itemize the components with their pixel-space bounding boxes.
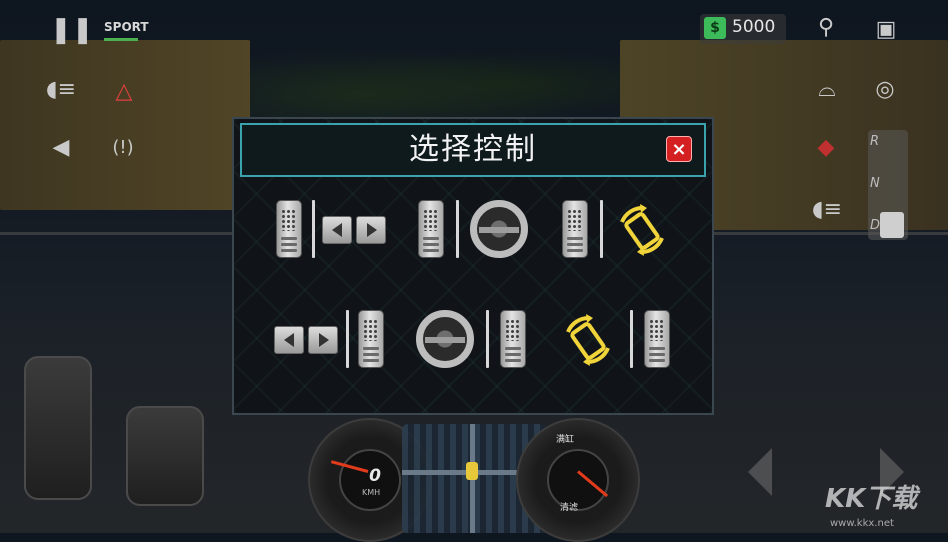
sport-mode-label[interactable]: SPORT bbox=[104, 20, 149, 34]
divider bbox=[346, 310, 349, 368]
tilt-rotate-icon bbox=[566, 314, 610, 366]
camera-switch-icon[interactable]: ▣ bbox=[870, 16, 902, 44]
fuel-full-label: 满缸 bbox=[556, 435, 575, 445]
watermark-logo: KK下载 bbox=[825, 484, 918, 514]
divider bbox=[600, 200, 603, 258]
gear-n-label: N bbox=[870, 176, 880, 191]
control-option-pedal-tilt[interactable] bbox=[560, 196, 678, 262]
wiper-icon[interactable]: ⌓ bbox=[812, 76, 842, 104]
speed-value: 0 bbox=[369, 466, 381, 486]
divider bbox=[312, 200, 315, 258]
player-car-marker bbox=[466, 462, 478, 480]
pause-icon[interactable]: ❚❚ bbox=[50, 16, 94, 44]
divider bbox=[456, 200, 459, 258]
cash-icon: $ bbox=[704, 17, 726, 39]
background-house-left bbox=[0, 40, 250, 210]
control-option-wheel-pedal[interactable] bbox=[414, 306, 540, 372]
sport-mode-indicator bbox=[104, 38, 138, 41]
gas-pedal[interactable] bbox=[126, 406, 204, 506]
pedal-icon bbox=[418, 200, 444, 258]
gear-knob[interactable] bbox=[880, 212, 904, 238]
close-button[interactable]: × bbox=[666, 136, 692, 162]
horn-icon[interactable]: ◀ bbox=[46, 134, 76, 162]
control-option-arrows-pedal[interactable] bbox=[272, 306, 392, 372]
right-arrow-icon bbox=[356, 216, 386, 244]
pedal-icon bbox=[644, 310, 670, 368]
flashlight-icon[interactable]: ⚲ bbox=[812, 14, 840, 42]
left-arrow-icon bbox=[274, 326, 304, 354]
gear-d-label: D bbox=[870, 218, 881, 233]
steering-assist-icon[interactable]: ◎ bbox=[870, 76, 900, 104]
money-amount: 5000 bbox=[732, 17, 776, 37]
headlight-icon[interactable]: ◖≡ bbox=[46, 76, 76, 104]
tilt-rotate-icon bbox=[620, 204, 664, 256]
steering-wheel-icon bbox=[470, 200, 528, 258]
control-option-tilt-pedal[interactable] bbox=[558, 306, 678, 372]
pedal-icon bbox=[276, 200, 302, 258]
divider bbox=[486, 310, 489, 368]
brake-pedal[interactable] bbox=[24, 356, 92, 500]
watermark-url: www.kkx.net bbox=[830, 518, 894, 529]
gear-r-label: R bbox=[870, 134, 880, 149]
hazard-icon[interactable]: △ bbox=[110, 78, 138, 106]
control-option-pedal-arrows[interactable] bbox=[272, 196, 392, 262]
speed-unit: KMH bbox=[362, 488, 381, 497]
handbrake-icon[interactable]: (!) bbox=[106, 134, 140, 162]
pedal-icon bbox=[562, 200, 588, 258]
right-arrow-icon bbox=[308, 326, 338, 354]
control-option-pedal-wheel[interactable] bbox=[416, 196, 542, 262]
dialog-title: 选择控制 bbox=[409, 132, 537, 167]
fog-light-icon[interactable]: ◖≡ bbox=[812, 196, 842, 224]
divider bbox=[630, 310, 633, 368]
pedal-icon bbox=[358, 310, 384, 368]
steering-wheel-icon bbox=[416, 310, 474, 368]
left-arrow-icon bbox=[322, 216, 352, 244]
fuel-empty-label: 清滤 bbox=[560, 503, 579, 513]
steer-left-icon[interactable] bbox=[748, 448, 772, 496]
dice-icon[interactable]: ◆ bbox=[812, 134, 840, 162]
pedal-icon bbox=[500, 310, 526, 368]
